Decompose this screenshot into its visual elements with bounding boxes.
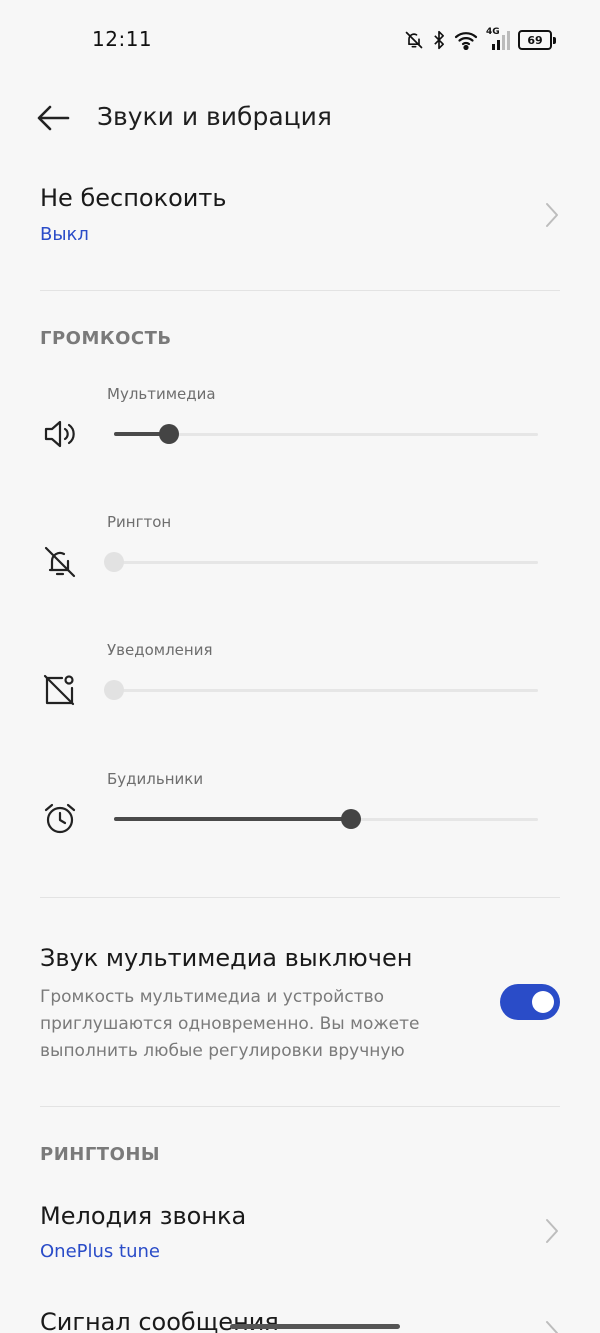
status-icons: 4G 69: [404, 27, 556, 52]
section-title-volume: ГРОМКОСТЬ: [40, 328, 172, 349]
media-mute-row: Звук мультимедиа выключен Громкость муль…: [0, 940, 600, 1070]
home-indicator[interactable]: [230, 1324, 400, 1329]
volume-label-multimedia: Мультимедиа: [107, 385, 216, 403]
battery-icon: 69: [518, 30, 556, 50]
chevron-right-icon: [546, 1321, 558, 1333]
toggle-knob: [532, 991, 554, 1013]
arrow-left-icon[interactable]: [36, 104, 70, 132]
volume-slider-ringtone[interactable]: [104, 552, 538, 572]
chevron-right-icon: [546, 203, 558, 227]
media-mute-description: Громкость мультимедиа и устройство пригл…: [40, 987, 420, 1061]
status-bar: 12:11 4G 69: [0, 0, 600, 80]
volume-label-notifications: Уведомления: [107, 641, 213, 659]
status-time: 12:11: [92, 27, 153, 51]
dnd-value: Выкл: [40, 224, 89, 245]
dnd-row[interactable]: Не беспокоить Выкл: [0, 180, 600, 260]
media-mute-title: Звук мультимедиа выключен: [40, 944, 413, 972]
ringtone-value: OnePlus tune: [40, 1241, 160, 1262]
chevron-right-icon: [546, 1219, 558, 1243]
divider: [40, 1106, 560, 1107]
bell-off-icon: [405, 31, 423, 49]
message-tone-title: Сигнал сообщения: [40, 1308, 279, 1333]
ringtone-row[interactable]: Мелодия звонка OnePlus tune: [0, 1198, 600, 1278]
wifi-icon: [454, 32, 478, 50]
divider: [40, 290, 560, 291]
slider-thumb[interactable]: [104, 680, 124, 700]
battery-level: 69: [518, 30, 552, 50]
volume-label-ringtone: Рингтон: [107, 513, 172, 531]
dnd-title: Не беспокоить: [40, 184, 227, 212]
bluetooth-icon: [434, 30, 444, 50]
speaker-icon: [44, 420, 75, 448]
alarm-clock-icon: [44, 803, 76, 834]
bell-off-icon: [44, 546, 76, 578]
volume-slider-multimedia[interactable]: [114, 424, 538, 444]
notification-off-icon: [43, 674, 75, 706]
volume-slider-alarms[interactable]: [114, 809, 538, 829]
page-title: Звуки и вибрация: [97, 102, 332, 131]
signal-indicator: 4G: [486, 27, 510, 50]
media-mute-toggle[interactable]: [500, 984, 560, 1020]
slider-thumb[interactable]: [341, 809, 362, 829]
ringtone-title: Мелодия звонка: [40, 1202, 247, 1230]
slider-thumb[interactable]: [159, 424, 180, 444]
header: Звуки и вибрация: [0, 88, 600, 148]
volume-slider-notifications[interactable]: [104, 680, 538, 700]
section-title-ringtones: РИНГТОНЫ: [40, 1144, 161, 1165]
slider-thumb[interactable]: [104, 552, 124, 572]
volume-label-alarms: Будильники: [107, 770, 204, 788]
divider: [40, 897, 560, 898]
signal-icon: [492, 31, 510, 50]
